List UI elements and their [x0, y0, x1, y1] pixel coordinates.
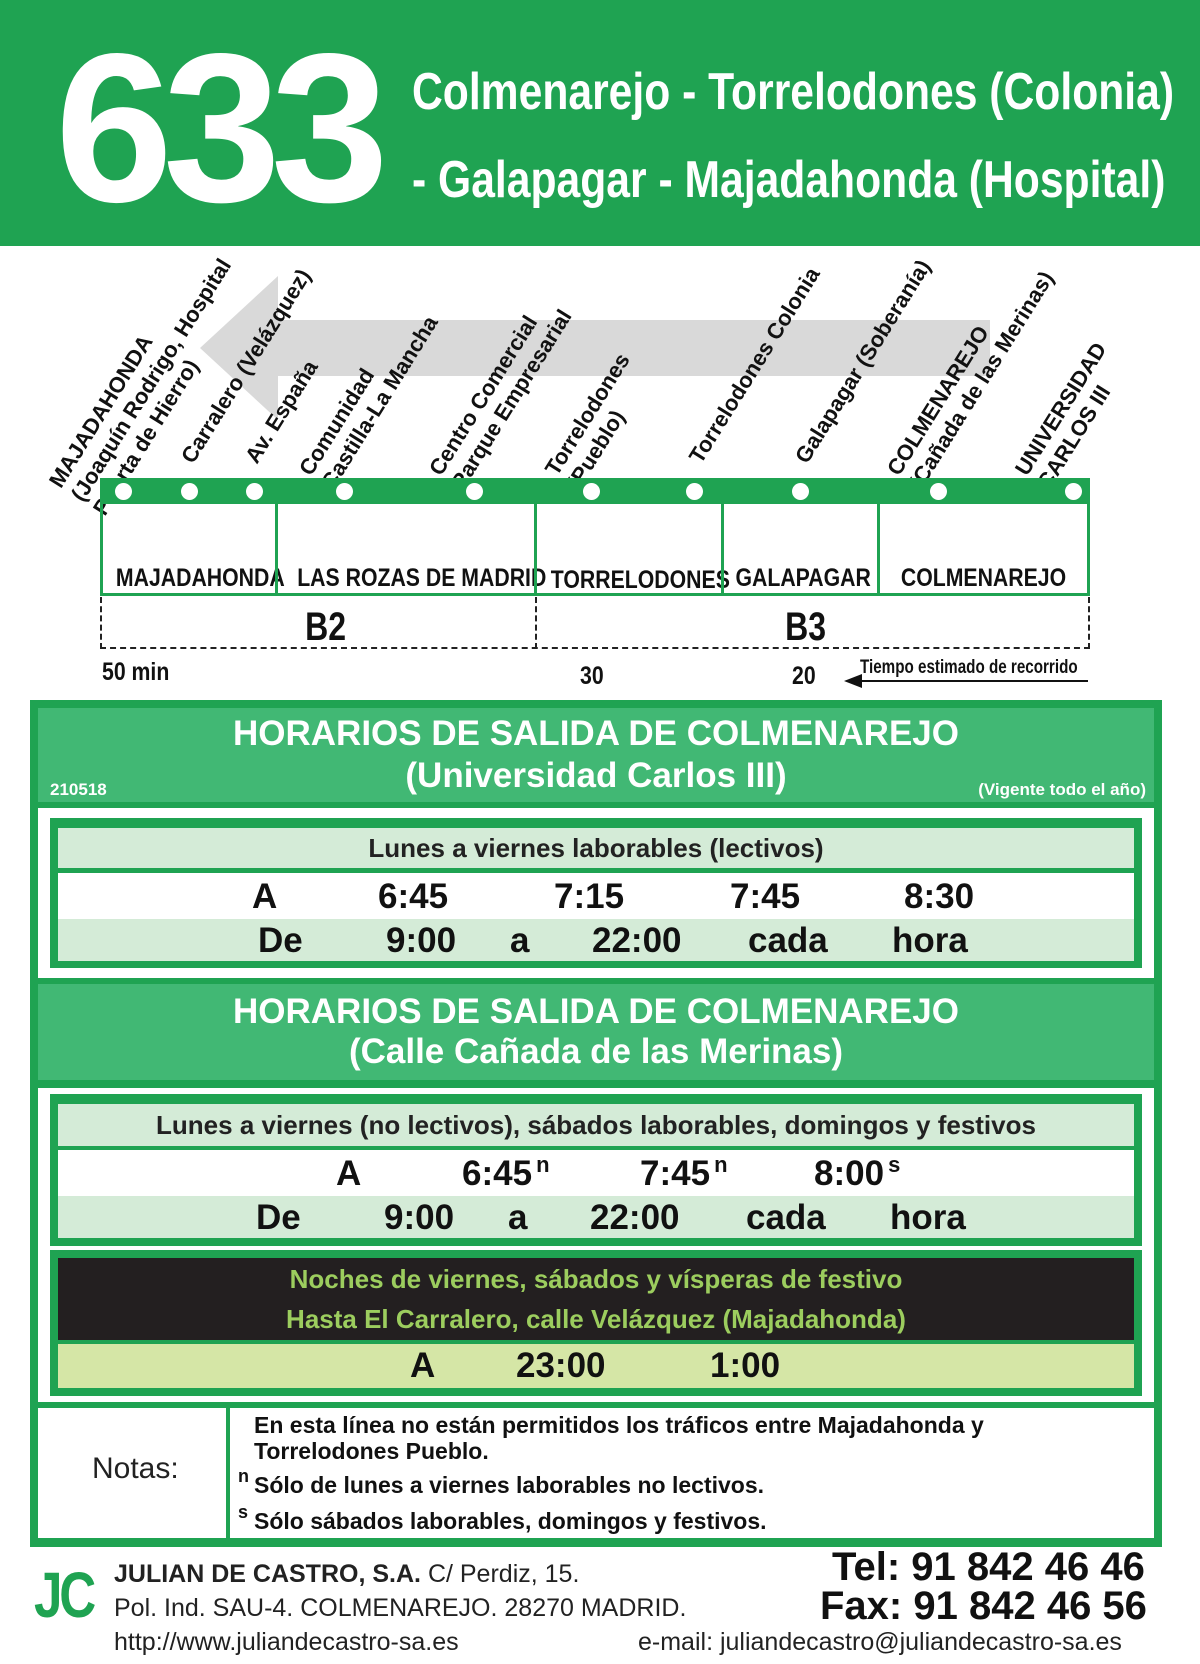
zone-divider [535, 597, 537, 649]
stop-dot [466, 483, 483, 500]
time-cell: a [510, 921, 530, 960]
travel-time-label: 30 [580, 662, 604, 690]
arrow-left-icon [844, 674, 862, 688]
time-cell: hora [890, 1198, 966, 1237]
time-cell: A [410, 1346, 436, 1385]
section1-day-type: Lunes a viernes laborables (lectivos) [58, 828, 1134, 868]
time-cell: De [258, 921, 303, 960]
municipality-box: COLMENAREJO [877, 504, 1090, 596]
stop-dot [686, 483, 703, 500]
municipality-label: GALAPAGAR [735, 564, 871, 592]
notes-title: Notas: [92, 1452, 179, 1485]
section1-title: HORARIOS DE SALIDA DE COLMENAREJO [233, 714, 959, 753]
municipality-box: LAS ROZAS DE MADRID [275, 504, 547, 596]
time-cell: cada [748, 921, 828, 960]
travel-time-legend: Tiempo estimado de recorrido [860, 657, 1078, 678]
note-n: Sólo de lunes a viernes laborables no le… [254, 1472, 765, 1498]
footnote-mark: s [888, 1152, 901, 1178]
time-cell: a [508, 1198, 528, 1237]
section2-row-first-trips: A 6:45 n 7:45 n 8:00 s [58, 1150, 1134, 1196]
municipality-box: MAJADAHONDA [100, 504, 285, 596]
time-cell: 6:45 [378, 877, 449, 916]
time-cell: 1:00 [710, 1346, 781, 1385]
section1-title-block: HORARIOS DE SALIDA DE COLMENAREJO (Unive… [38, 708, 1154, 802]
stop-dot [246, 483, 263, 500]
fax-number: Fax: 91 842 46 56 [820, 1584, 1147, 1628]
time-cell: 22:00 [590, 1198, 680, 1237]
time-cell: 9:00 [384, 1198, 455, 1237]
time-cell: A [252, 877, 278, 916]
stop-dot [1065, 483, 1082, 500]
company-website-link[interactable]: http://www.juliandecastro-sa.es [114, 1628, 459, 1657]
company-address-line1: JULIAN DE CASTRO, S.A. C/ Perdiz, 15. [114, 1560, 579, 1589]
time-cell: hora [892, 921, 968, 960]
notes-divider [226, 1408, 230, 1538]
time-cell: 7:45 n [640, 1152, 728, 1193]
company-street: C/ Perdiz, 15. [427, 1560, 580, 1588]
night-title: Noches de viernes, sábados y vísperas de… [289, 1264, 903, 1294]
travel-time-label: 50 min [102, 658, 170, 686]
note-line: Torrelodones Pueblo. [254, 1438, 489, 1464]
time-cell: 7:45 [730, 877, 801, 916]
section2-subtitle: (Calle Cañada de las Merinas) [348, 1032, 844, 1071]
section2-title-block: HORARIOS DE SALIDA DE COLMENAREJO (Calle… [38, 984, 1154, 1080]
time-cell: 6:45 n [462, 1152, 550, 1193]
section2-day-type: Lunes a viernes (no lectivos), sábados l… [58, 1104, 1134, 1146]
note-s: Sólo sábados laborables, domingos y fest… [254, 1508, 767, 1534]
time-cell: De [256, 1198, 301, 1237]
stop-dot [792, 483, 809, 500]
municipality-label: COLMENAREJO [900, 564, 1067, 592]
company-email-link[interactable]: e-mail: juliandecastro@juliandecastro-sa… [638, 1628, 1122, 1657]
footnote-mark-n: n [238, 1466, 249, 1486]
line-number: 633 [55, 9, 389, 246]
fare-zones-box [100, 597, 1090, 649]
section2-title: HORARIOS DE SALIDA DE COLMENAREJO [233, 992, 959, 1031]
section2-row-hourly: De 9:00 a 22:00 cada hora [58, 1196, 1134, 1238]
night-header: Noches de viernes, sábados y vísperas de… [58, 1258, 1134, 1340]
time-cell: A [336, 1154, 362, 1193]
time-cell: 7:15 [554, 877, 625, 916]
legend-arrow-line [860, 680, 1088, 682]
route-title-line1: Colmenarejo - Torrelodones (Colonia) [412, 63, 1175, 121]
time-cell: 8:30 [904, 877, 975, 916]
footnote-mark-s: s [238, 1502, 249, 1522]
stop-dot [583, 483, 600, 500]
stop-dot [181, 483, 198, 500]
time-cell: 8:00 s [814, 1152, 901, 1193]
company-logo: JC [34, 1559, 96, 1631]
municipality-label: MAJADAHONDA [115, 564, 285, 592]
night-subtitle: Hasta El Carralero, calle Velázquez (Maj… [286, 1304, 906, 1334]
stop-dot [930, 483, 947, 500]
night-row: A 23:00 1:00 [58, 1344, 1134, 1388]
company-address-line2: Pol. Ind. SAU-4. COLMENAREJO. 28270 MADR… [114, 1594, 687, 1622]
stop-dot [336, 483, 353, 500]
stop-label: UNIVERSIDAD CARLOS III [1009, 337, 1116, 494]
zone-label: B2 [305, 605, 347, 649]
municipality-box: TORRELODONES [534, 504, 730, 596]
company-name: JULIAN DE CASTRO, S.A. [114, 1560, 421, 1588]
travel-time-label: 20 [792, 662, 816, 690]
note-line: En esta línea no están permitidos los tr… [254, 1412, 984, 1438]
route-title-line2: - Galapagar - Majadahonda (Hospital) [412, 151, 1166, 209]
validity-note: (Vigente todo el año) [978, 780, 1146, 799]
schedule-code: 210518 [50, 780, 107, 799]
municipality-box: GALAPAGAR [721, 504, 880, 596]
section1-row-hourly: De 9:00 a 22:00 cada hora [58, 919, 1134, 961]
section1-row-first-trips: A 6:45 7:15 7:45 8:30 [58, 873, 1134, 919]
municipality-label: LAS ROZAS DE MADRID [297, 564, 547, 592]
time-cell: 9:00 [386, 921, 457, 960]
footnote-mark: n [714, 1152, 728, 1178]
footnote-mark: n [536, 1152, 550, 1178]
time-cell: 23:00 [516, 1346, 606, 1385]
time-cell: 22:00 [592, 921, 682, 960]
time-cell: cada [746, 1198, 826, 1237]
municipality-label: TORRELODONES [550, 566, 730, 594]
zone-label: B3 [785, 605, 827, 649]
stop-dot [115, 483, 132, 500]
